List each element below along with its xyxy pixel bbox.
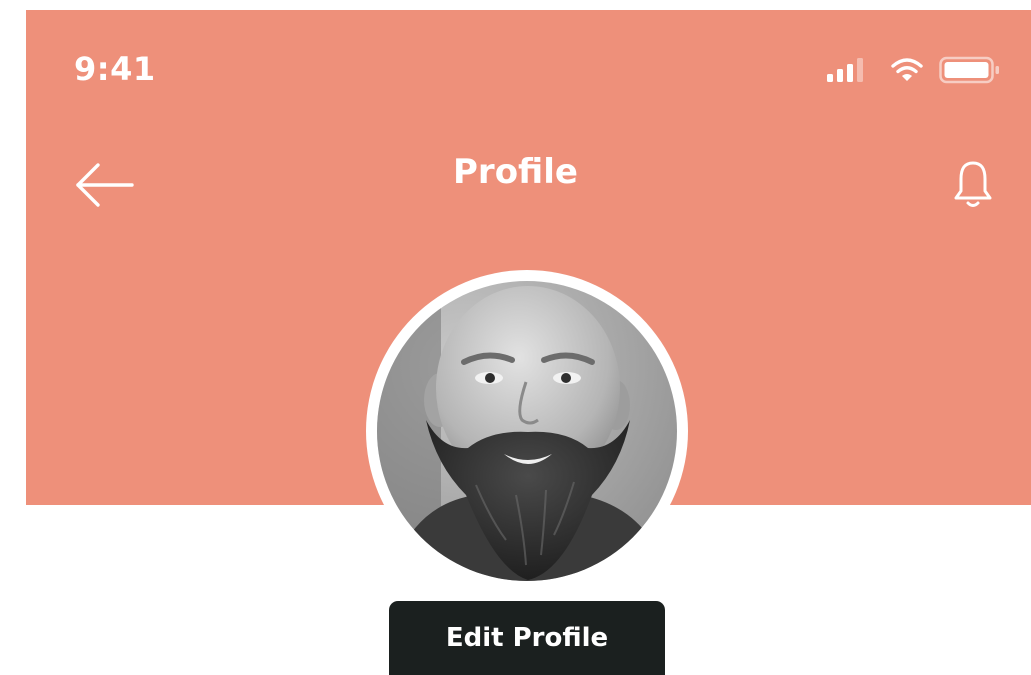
edit-profile-button[interactable]: Edit Profile: [389, 601, 665, 675]
bell-icon[interactable]: [953, 158, 993, 210]
profile-screen: 9:41 Profile Edit Profile: [0, 0, 1031, 675]
avatar: [366, 270, 688, 592]
status-icons: [827, 55, 1001, 85]
status-time: 9:41: [74, 50, 156, 88]
avatar-photo: [377, 281, 677, 581]
wifi-icon: [891, 58, 923, 81]
page-title: Profile: [453, 152, 578, 192]
signal-icon: [827, 58, 863, 82]
battery-icon: [939, 56, 999, 84]
